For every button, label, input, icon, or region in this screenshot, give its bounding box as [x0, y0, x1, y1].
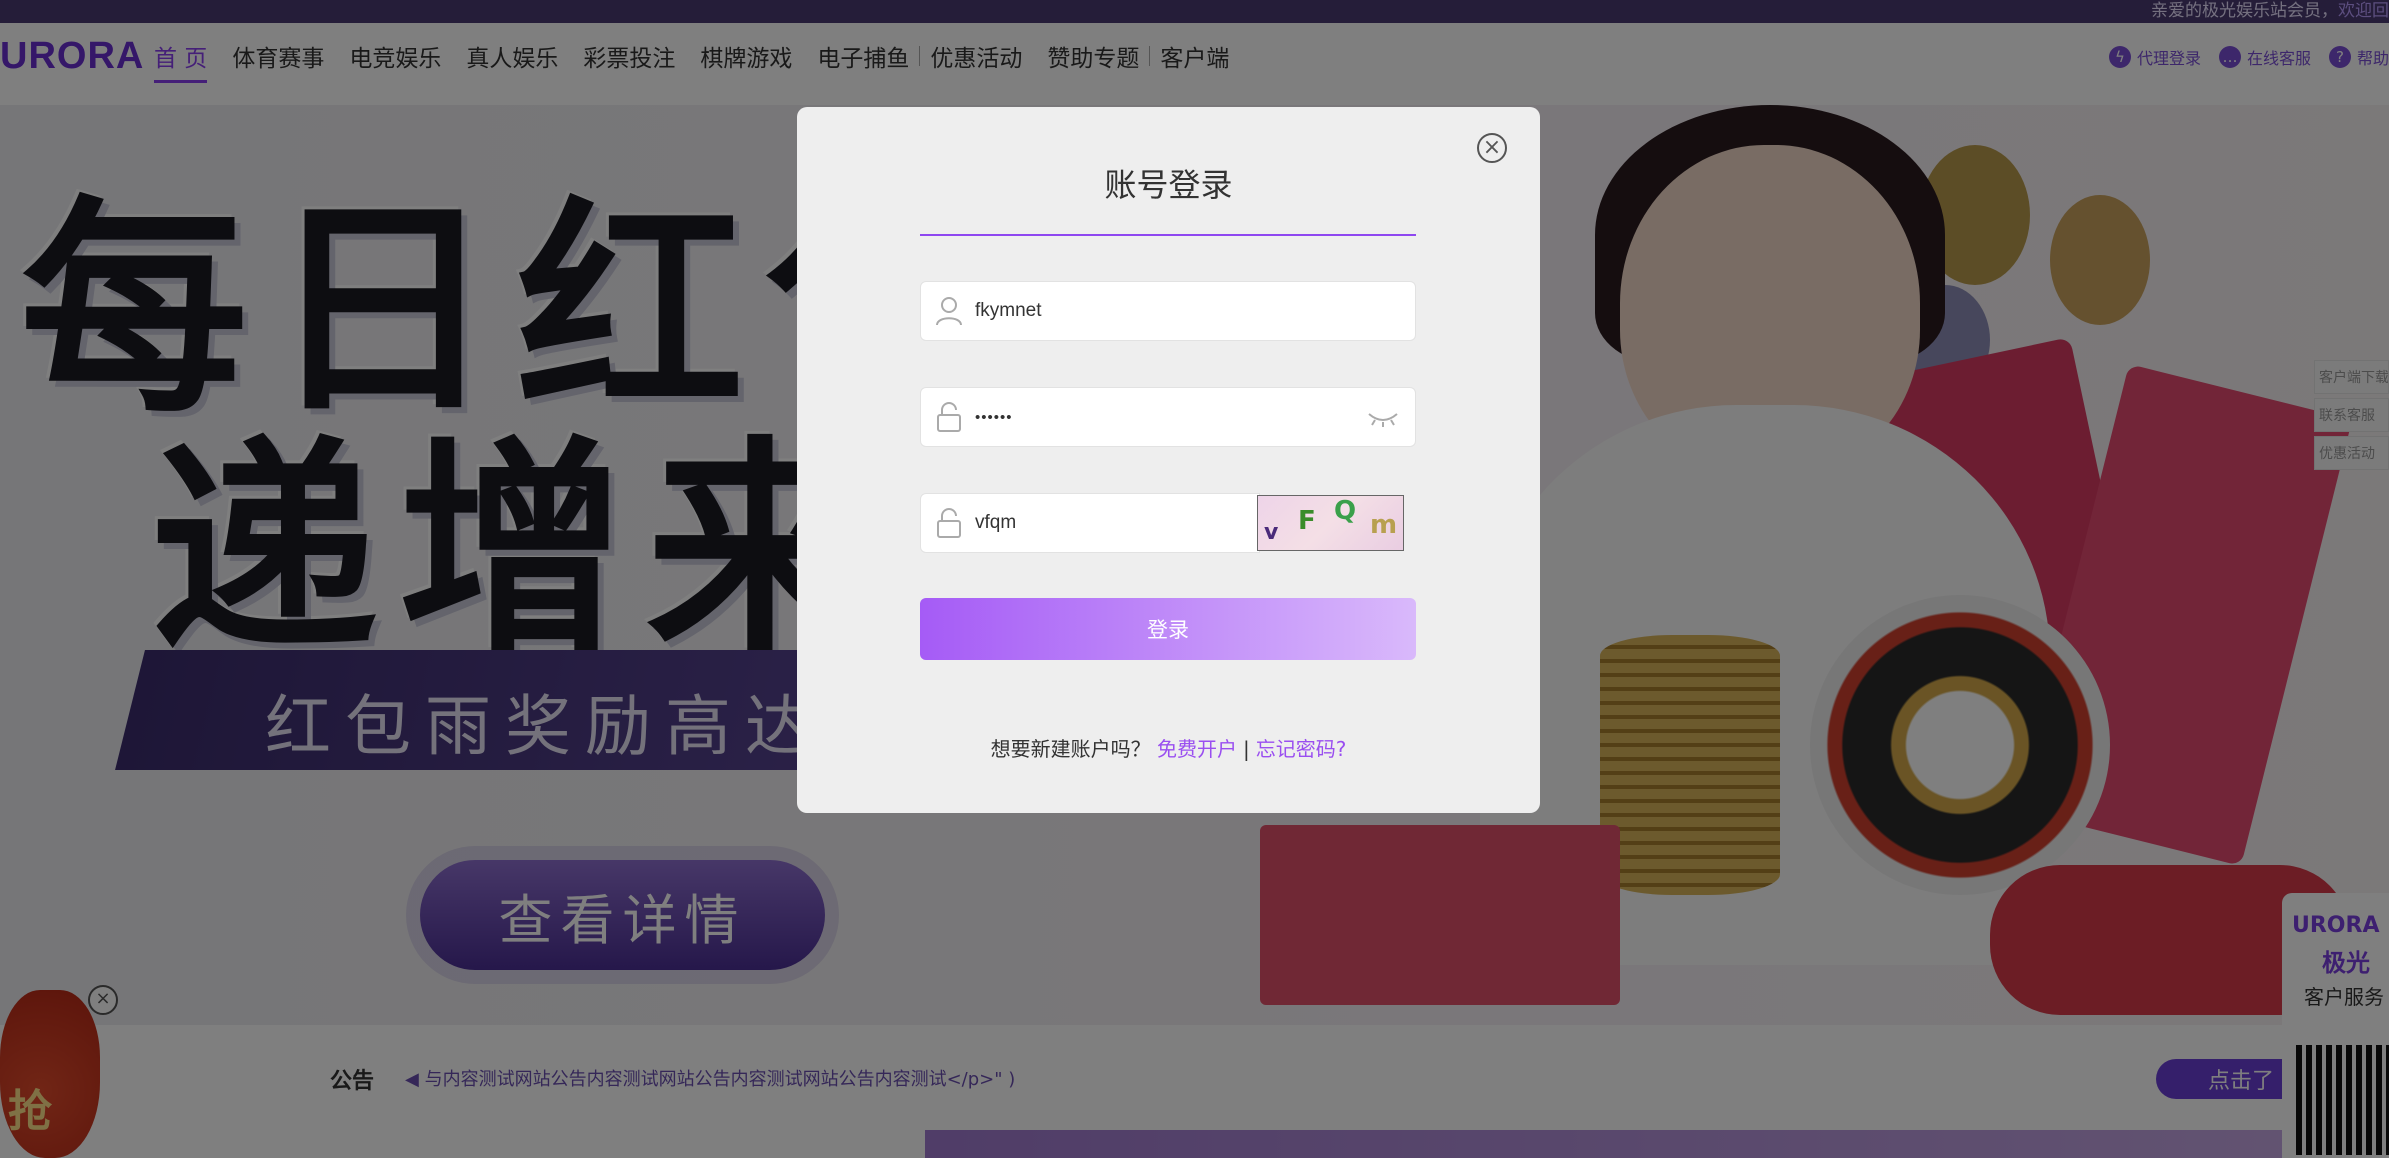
- footer-separator: |: [1242, 737, 1250, 761]
- register-prompt: 想要新建账户吗？: [990, 737, 1151, 761]
- captcha-char: F: [1298, 506, 1316, 536]
- modal-title: 账号登录: [1104, 166, 1233, 204]
- password-field[interactable]: [920, 387, 1416, 447]
- captcha-char: Q: [1334, 496, 1357, 526]
- username-field[interactable]: [920, 281, 1416, 341]
- lock-icon: [937, 402, 961, 432]
- username-input[interactable]: [975, 282, 1355, 340]
- captcha-char: m: [1370, 510, 1398, 540]
- register-link[interactable]: 免费开户: [1157, 737, 1237, 761]
- user-icon: [936, 297, 962, 326]
- modal-footer: 想要新建账户吗？ 免费开户 | 忘记密码?: [797, 733, 1540, 762]
- password-input[interactable]: [975, 388, 1355, 446]
- captcha-char: v: [1264, 520, 1279, 545]
- title-underline: [920, 234, 1416, 236]
- close-icon[interactable]: ×: [1477, 133, 1507, 163]
- login-button[interactable]: 登录: [920, 598, 1416, 660]
- eye-closed-icon[interactable]: [1367, 408, 1399, 428]
- login-modal: × 账号登录 v F Q m 登录: [797, 107, 1540, 813]
- lock-icon: [937, 508, 961, 538]
- forgot-password-link[interactable]: 忘记密码?: [1256, 737, 1347, 761]
- captcha-image[interactable]: v F Q m: [1257, 495, 1404, 551]
- captcha-field[interactable]: [920, 493, 1355, 553]
